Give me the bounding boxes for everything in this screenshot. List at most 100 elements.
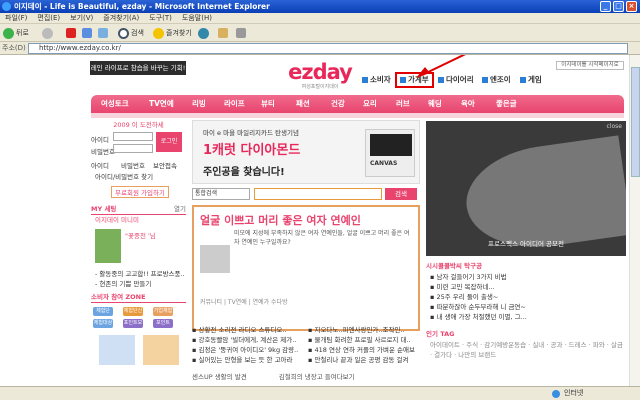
nav-consumer[interactable]: 소비자: [362, 74, 391, 86]
minimize-button[interactable]: _: [600, 1, 611, 12]
sense-up-title: 센스UP 생활의 발견: [192, 373, 247, 381]
password-input[interactable]: [113, 144, 153, 153]
list-item[interactable]: - 활동중의 고고합!! 프로방스풍..: [91, 269, 185, 279]
zone-pill[interactable]: 포인트: [153, 319, 173, 328]
zone-pill[interactable]: 체험대상: [93, 319, 113, 328]
top-ad-banner[interactable]: 레인 라이프로 참습을 바꾸는 기회!: [90, 61, 186, 75]
cat-2[interactable]: 리빙: [192, 95, 206, 113]
site-search-button[interactable]: 검색: [385, 188, 417, 200]
cat-3[interactable]: 라이프: [224, 95, 245, 113]
login-button[interactable]: 로그인: [156, 132, 182, 152]
nav-enjoy[interactable]: 엔조이: [482, 74, 511, 86]
cat-10[interactable]: 육아: [461, 95, 475, 113]
star-icon: [153, 27, 164, 39]
right-item[interactable]: ▪ 남자 걸들어기 3가지 비법: [426, 272, 626, 282]
cat-9[interactable]: 웨딩: [428, 95, 442, 113]
close-button[interactable]: ×: [626, 1, 637, 12]
promo-banner[interactable]: 마이 e 마을 마일리지카드 탄생기념 1캐럿 다이아몬드 주인공을 찾습니다!…: [192, 120, 420, 184]
stop-icon: [66, 28, 76, 38]
zone-pill[interactable]: 포인트모으기: [123, 319, 143, 335]
menu-tools[interactable]: 도구(T): [144, 13, 177, 24]
scroll-thumb[interactable]: [631, 67, 640, 177]
feature-desc: 미모에 지성에 부족하지 않은 여자 연예인들, 얼굴 이쁘고 머리 좋은 여자…: [234, 230, 410, 246]
menu-file[interactable]: 파일(F): [0, 13, 32, 24]
news-item[interactable]: ▪ 418 연상 연하 커플의 가벼운 순애보: [308, 345, 418, 355]
secure-login-checkbox[interactable]: 보안접속: [153, 160, 177, 170]
menu-bar: 파일(F) 편집(E) 보기(V) 즐겨찾기(A) 도구(T) 도움말(H): [0, 13, 640, 24]
menu-view[interactable]: 보기(V): [65, 13, 98, 24]
tv-image: CANVAS: [365, 129, 415, 177]
print-button[interactable]: [236, 26, 246, 40]
news-item[interactable]: ▪ 강호동빨암 '빌더에게, 계산은 제가..: [192, 335, 302, 345]
window-title: 이지데이 - Life is Beautiful, ezday - Micros…: [14, 2, 270, 11]
news-item[interactable]: ▪ 지오다노..피엔사랑인가..조작인..: [308, 325, 418, 335]
favorites-button[interactable]: 즐겨찾기: [153, 26, 192, 40]
tag-cloud[interactable]: 아이데이트 · 주식 · 감기예방운동습 · 실내 · 공과 · 드레스 · 파…: [426, 340, 626, 360]
search-type-select[interactable]: 통합검색: [192, 188, 250, 200]
join-link[interactable]: 무료회원 가입하기: [111, 186, 169, 198]
nav-game[interactable]: 게임: [520, 74, 542, 86]
news-item[interactable]: ▪ 김정은 '뚱귀여 아이디오' 9kg 감량..: [192, 345, 302, 355]
right-item[interactable]: ▪ 따분하잖아 순두부라해 니 금연~: [426, 302, 626, 312]
refresh-button[interactable]: [82, 26, 92, 40]
news-item[interactable]: ▪ 안철리나 끝과 일은 공평 감동 걸켜: [308, 355, 418, 365]
zone-pill[interactable]: 체험단신청: [123, 307, 143, 323]
minimi-avatar: [95, 229, 121, 263]
cat-6[interactable]: 건강: [331, 95, 345, 113]
site-logo[interactable]: ezday 여성포털이지데이: [282, 61, 358, 91]
media-button[interactable]: [198, 26, 211, 40]
zone-pill[interactable]: 체험단: [93, 307, 113, 316]
right-head: 시시콜콜박씨 탁구공: [426, 262, 483, 270]
ad-close-button[interactable]: close: [607, 123, 622, 130]
back-button[interactable]: 뒤로: [3, 26, 29, 40]
stop-button[interactable]: [66, 26, 76, 40]
address-label: 주소(D): [2, 44, 26, 52]
status-bar: 인터넷: [0, 386, 640, 400]
list-item[interactable]: - 현존의 기쁨 만들기: [91, 279, 151, 289]
product-image[interactable]: [143, 335, 179, 365]
annotation-arrow-icon: [416, 55, 466, 78]
open-link[interactable]: 열기: [174, 203, 186, 215]
right-item[interactable]: ▪ 내 생애 가장 처절했던 이별, 그...: [426, 312, 626, 322]
news-item[interactable]: ▪ 실어있는 안형을 보는 듯 한 고아라: [192, 355, 302, 365]
mail-button[interactable]: [218, 26, 228, 40]
cat-8[interactable]: 러브: [396, 95, 410, 113]
home-button[interactable]: [98, 26, 108, 40]
category-subbar: [91, 113, 624, 118]
find-account-link[interactable]: 아이디/비밀번호 찾기: [95, 171, 153, 181]
left-menu: MY 세팅 열기 이지데이 미니미 "꽃중천 '님 - 활동중의 고고합!! 프로…: [91, 203, 186, 386]
menu-favorites[interactable]: 즐겨찾기(A): [98, 13, 144, 24]
cat-1[interactable]: TV연예: [149, 95, 174, 113]
feature-headline[interactable]: 얼굴 이쁘고 머리 좋은 여자 연예인: [200, 213, 412, 229]
cat-4[interactable]: 뷰티: [261, 95, 275, 113]
menu-edit[interactable]: 편집(E): [32, 13, 65, 24]
site-search-input[interactable]: [254, 188, 382, 200]
minimi-title: 이지데이 미니미: [95, 216, 139, 224]
cat-7[interactable]: 요리: [363, 95, 377, 113]
address-input[interactable]: http://www.ezday.co.kr/: [28, 43, 628, 54]
user-name: "꽃중천 '님: [125, 232, 156, 240]
zone-pill[interactable]: 기업체험: [153, 307, 173, 316]
maximize-button[interactable]: □: [613, 1, 624, 12]
home-icon: [98, 28, 108, 38]
feature-tag: 커뮤니티 | TV연예 | 연예가 수다방: [200, 299, 288, 306]
search-button[interactable]: 검색: [118, 26, 144, 40]
news-item[interactable]: ▪ 물개팀 화려한 프로필 사르로지 대..: [308, 335, 418, 345]
sense-item[interactable]: 김철희의 냉장고 들여다보기: [279, 373, 355, 381]
cat-5[interactable]: 패션: [296, 95, 310, 113]
right-item[interactable]: ▪ 25주 우리 둘이 출생~: [426, 292, 626, 302]
save-pw-checkbox[interactable]: 비밀번호: [121, 160, 145, 170]
id-input[interactable]: [113, 132, 153, 141]
cat-11[interactable]: 좋은글: [496, 95, 517, 113]
cat-0[interactable]: 여성토크: [101, 95, 129, 113]
news-item[interactable]: ▪ 상황전 소리전 라디오 스튜디오..: [192, 325, 302, 335]
product-image[interactable]: [99, 335, 135, 365]
vertical-scrollbar[interactable]: [629, 55, 640, 386]
feature-article[interactable]: 얼굴 이쁘고 머리 좋은 여자 연예인 미모에 지성에 부족하지 않은 여자 연…: [192, 205, 420, 331]
side-ad[interactable]: close 프로스펙스 아이디어 공모전: [426, 121, 626, 256]
forward-button[interactable]: [42, 26, 55, 40]
right-item[interactable]: ▪ 미련 고민 복잡하네...: [426, 282, 626, 292]
make-start-page-link[interactable]: 이지데이를 시작페이지로: [556, 61, 624, 70]
save-id-checkbox[interactable]: 아이디: [91, 160, 109, 170]
menu-help[interactable]: 도움말(H): [177, 13, 217, 24]
